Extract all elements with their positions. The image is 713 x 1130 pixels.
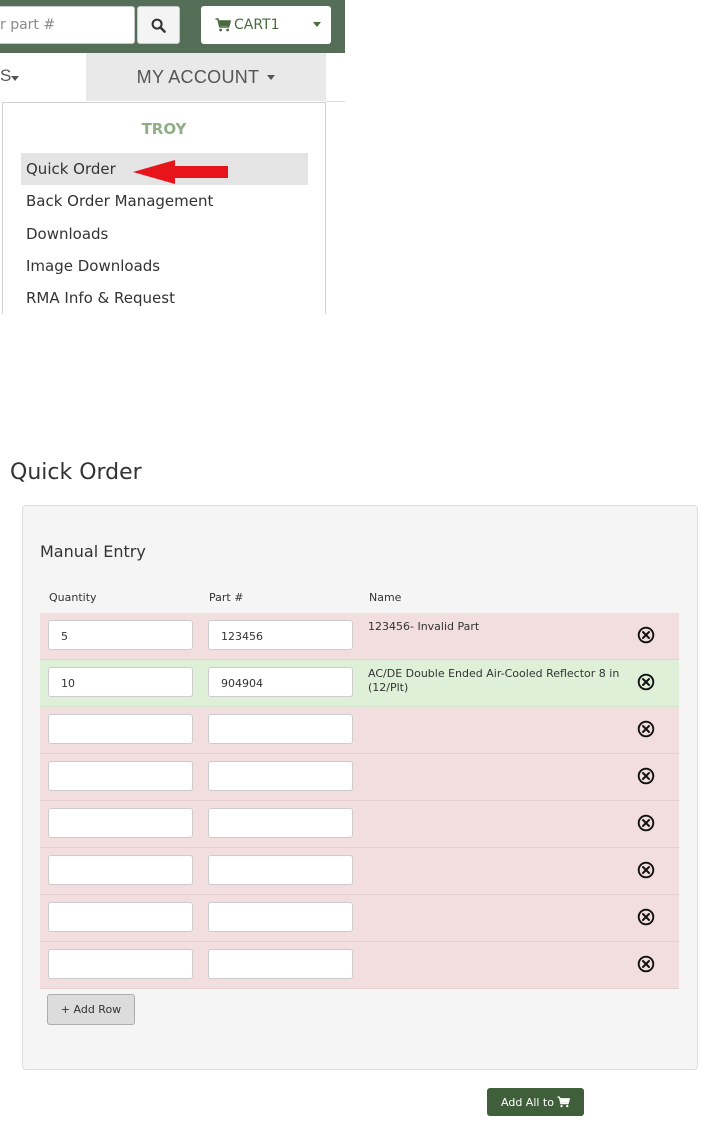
part-name: AC/DE Double Ended Air-Cooled Reflector … (368, 667, 620, 694)
remove-circle-icon[interactable] (637, 814, 655, 832)
remove-circle-icon[interactable] (637, 767, 655, 785)
menu-item-label: Back Order Management (26, 192, 214, 210)
nav-item-caret-icon (11, 76, 19, 81)
quantity-input[interactable]: 10 (48, 667, 193, 697)
my-account-dropdown: TROY Quick Order Back Order Management D… (2, 102, 326, 314)
add-all-label: Add All to (501, 1095, 554, 1109)
section-title: Manual Entry (40, 542, 146, 561)
cart-icon (215, 18, 231, 32)
part-number-input[interactable]: 904904 (208, 667, 353, 697)
cart-button[interactable]: CART1 (201, 6, 331, 44)
add-all-to-cart-button[interactable]: Add All to (487, 1088, 584, 1116)
add-row-label: + Add Row (60, 1003, 122, 1016)
order-row: 5 123456 123456- Invalid Part (40, 613, 679, 660)
part-name: 123456- Invalid Part (368, 620, 480, 633)
menu-item-back-order-management[interactable]: Back Order Management (21, 185, 213, 217)
order-row (40, 848, 679, 895)
part-number-input[interactable] (208, 808, 353, 838)
menu-item-image-downloads[interactable]: Image Downloads (21, 250, 160, 282)
remove-circle-icon[interactable] (637, 720, 655, 738)
column-header-quantity: Quantity (49, 591, 97, 604)
cart-dropdown-caret-icon[interactable] (313, 22, 321, 27)
search-placeholder: r part # (0, 17, 56, 33)
order-row (40, 707, 679, 754)
top-header-bar: r part # CART1 (0, 0, 345, 53)
remove-circle-icon[interactable] (637, 908, 655, 926)
order-row (40, 942, 679, 989)
part-number-input[interactable] (208, 949, 353, 979)
cart-label: CART1 (234, 17, 280, 33)
menu-item-label: RMA Info & Request (26, 289, 175, 307)
manual-entry-panel: Manual Entry Quantity Part # Name 5 1234… (22, 505, 698, 1070)
part-number-input[interactable] (208, 855, 353, 885)
column-header-part: Part # (209, 591, 244, 604)
quantity-input[interactable] (48, 902, 193, 932)
search-icon (151, 18, 166, 33)
page-title: Quick Order (10, 460, 142, 485)
quantity-input[interactable]: 5 (48, 620, 193, 650)
menu-item-label: Quick Order (26, 160, 116, 178)
menu-item-rma-info-request[interactable]: RMA Info & Request (21, 282, 175, 314)
order-row (40, 895, 679, 942)
part-number-input[interactable]: 123456 (208, 620, 353, 650)
red-arrow-annotation-icon (133, 160, 228, 184)
my-account-menu[interactable]: MY ACCOUNT (86, 53, 326, 101)
remove-circle-icon[interactable] (637, 626, 655, 644)
menu-item-label: Downloads (26, 225, 109, 243)
my-account-caret-icon (267, 74, 276, 80)
quantity-input[interactable] (48, 761, 193, 791)
add-row-button[interactable]: + Add Row (47, 994, 135, 1025)
order-row: 10 904904 AC/DE Double Ended Air-Cooled … (40, 660, 679, 707)
column-header-name: Name (369, 591, 402, 604)
remove-circle-icon[interactable] (637, 673, 655, 691)
quantity-input[interactable] (48, 714, 193, 744)
quantity-input[interactable] (48, 855, 193, 885)
menu-item-downloads[interactable]: Downloads (21, 218, 108, 250)
part-number-input[interactable] (208, 714, 353, 744)
dropdown-header: TROY (141, 120, 187, 138)
remove-circle-icon[interactable] (637, 955, 655, 973)
quantity-input[interactable] (48, 949, 193, 979)
cart-icon (557, 1096, 570, 1108)
search-input[interactable]: r part # (0, 6, 135, 44)
order-row (40, 801, 679, 848)
remove-circle-icon[interactable] (637, 861, 655, 879)
nav-item-partial-label: S (0, 66, 12, 85)
my-account-label: MY ACCOUNT (136, 66, 260, 87)
order-row (40, 754, 679, 801)
part-number-input[interactable] (208, 902, 353, 932)
part-number-input[interactable] (208, 761, 353, 791)
nav-divider (326, 101, 345, 102)
search-button[interactable] (137, 6, 180, 44)
menu-item-label: Image Downloads (26, 257, 161, 275)
quantity-input[interactable] (48, 808, 193, 838)
